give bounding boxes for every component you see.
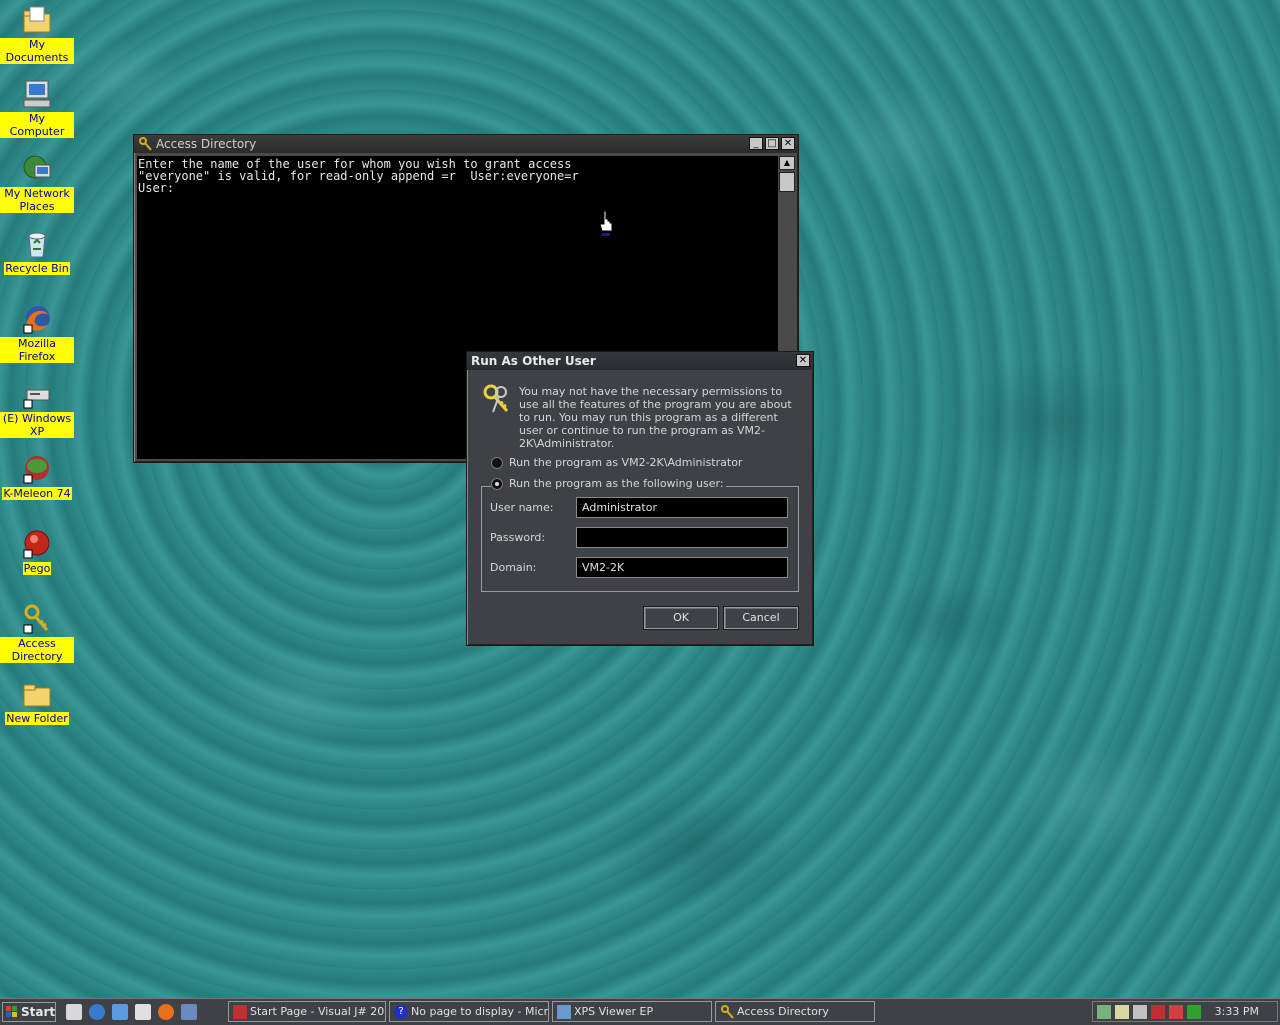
desktop-icon-label: Pego bbox=[22, 562, 52, 575]
internet-explorer-icon[interactable] bbox=[89, 1004, 105, 1020]
modem-tray-icon[interactable] bbox=[1133, 1004, 1147, 1019]
desktop-icon-label: Recycle Bin bbox=[4, 262, 70, 275]
connection-tray-icon[interactable] bbox=[1151, 1004, 1165, 1019]
minimize-button[interactable]: _ bbox=[749, 137, 763, 150]
desktop-icon-firefox[interactable]: Mozilla Firefox bbox=[0, 303, 74, 363]
recycle-bin-icon bbox=[21, 228, 53, 260]
task-button-xps-viewer[interactable]: XPS Viewer EP bbox=[552, 1001, 712, 1022]
desktop-icon-access-directory[interactable]: Access Directory bbox=[0, 603, 74, 663]
k-meleon-icon bbox=[21, 453, 53, 485]
task-label: XPS Viewer EP bbox=[574, 1005, 654, 1018]
username-label: User name: bbox=[490, 501, 554, 514]
scroll-up-arrow-icon[interactable]: ▲ bbox=[779, 156, 795, 170]
keys-icon bbox=[481, 384, 513, 419]
desktop-icon-label: Mozilla Firefox bbox=[0, 337, 74, 363]
drive-shortcut-icon bbox=[21, 378, 53, 410]
pego-icon bbox=[21, 528, 53, 560]
computer-icon bbox=[21, 78, 53, 110]
console-titlebar[interactable]: Access Directory _ □ ✕ bbox=[134, 135, 798, 153]
desktop-icon-my-computer[interactable]: My Computer bbox=[0, 78, 74, 138]
radio-label: Run the program as VM2-2K\Administrator bbox=[509, 456, 743, 469]
password-field[interactable] bbox=[576, 527, 788, 548]
radio-run-as-other[interactable]: Run the program as the following user: bbox=[491, 477, 726, 490]
desktop-icon-label: K-Meleon 74 bbox=[2, 487, 72, 500]
system-tray: 3:33 PM bbox=[1092, 1001, 1278, 1022]
maximize-button[interactable]: □ bbox=[765, 137, 779, 150]
help-icon: ? bbox=[394, 1004, 408, 1019]
taskbar: Start Start Page - Visual J# 20... ? No … bbox=[0, 998, 1280, 1025]
username-row: User name: Administrator bbox=[490, 497, 788, 518]
firefox-icon[interactable] bbox=[158, 1004, 174, 1020]
dialog-titlebar[interactable]: Run As Other User ✕ bbox=[467, 352, 813, 370]
hand-cursor-icon bbox=[598, 210, 614, 236]
desktop-icon-network-places[interactable]: My Network Places bbox=[0, 153, 74, 213]
network-icon bbox=[21, 153, 53, 185]
username-field[interactable]: Administrator bbox=[576, 497, 788, 518]
desktop-icon-label: My Computer bbox=[0, 112, 74, 138]
app-tray-icon[interactable] bbox=[1169, 1004, 1183, 1019]
radio-label: Run the program as the following user: bbox=[509, 477, 724, 490]
status-tray-icon[interactable] bbox=[1187, 1004, 1201, 1019]
console-line: "everyone" is valid, for read-only appen… bbox=[138, 169, 579, 183]
task-label: Access Directory bbox=[737, 1005, 829, 1018]
dialog-title: Run As Other User bbox=[471, 354, 596, 368]
desktop-icon-label: My Documents bbox=[0, 38, 74, 64]
quick-launch bbox=[66, 1004, 197, 1020]
desktop-icon-label: (E) Windows XP bbox=[0, 412, 74, 438]
close-button[interactable]: ✕ bbox=[796, 354, 810, 367]
console-line: User: bbox=[138, 181, 175, 195]
folder-icon bbox=[21, 678, 53, 710]
search-icon[interactable] bbox=[135, 1004, 151, 1020]
start-label: Start bbox=[21, 1005, 56, 1019]
desktop-icon-label: My Network Places bbox=[0, 187, 74, 213]
keys-icon bbox=[21, 603, 53, 635]
outlook-express-icon[interactable] bbox=[112, 1004, 128, 1020]
desktop-icon-recycle-bin[interactable]: Recycle Bin bbox=[0, 228, 74, 275]
task-button-no-page[interactable]: ? No page to display - Micro... bbox=[389, 1001, 549, 1022]
windows-flag-icon bbox=[6, 1006, 18, 1018]
radio-button-checked[interactable] bbox=[491, 477, 503, 490]
run-as-dialog[interactable]: Run As Other User ✕ You may not have the… bbox=[466, 351, 814, 646]
password-row: Password: bbox=[490, 527, 788, 548]
ok-button[interactable]: OK bbox=[644, 607, 718, 629]
cancel-button[interactable]: Cancel bbox=[724, 607, 798, 629]
network-tray-icon[interactable] bbox=[1097, 1004, 1111, 1019]
dialog-message: You may not have the necessary permissio… bbox=[519, 385, 792, 450]
start-button[interactable]: Start bbox=[2, 1002, 56, 1022]
folder-documents-icon bbox=[21, 4, 53, 36]
show-desktop-icon[interactable] bbox=[66, 1004, 82, 1020]
radio-run-as-current[interactable]: Run the program as VM2-2K\Administrator bbox=[491, 456, 742, 469]
desktop-icon-my-documents[interactable]: My Documents bbox=[0, 4, 74, 64]
task-label: Start Page - Visual J# 20... bbox=[250, 1005, 386, 1018]
domain-row: Domain: VM2-2K bbox=[490, 557, 788, 578]
clock[interactable]: 3:33 PM bbox=[1215, 1005, 1259, 1018]
domain-label: Domain: bbox=[490, 561, 537, 574]
printer-tray-icon[interactable] bbox=[1115, 1004, 1129, 1019]
desktop-icon-label: New Folder bbox=[5, 712, 69, 725]
desktop-icon-new-folder[interactable]: New Folder bbox=[0, 678, 74, 725]
desktop-icon-k-meleon[interactable]: K-Meleon 74 bbox=[0, 453, 74, 500]
xps-viewer-icon bbox=[557, 1004, 571, 1019]
desktop-icon-label: Access Directory bbox=[0, 637, 74, 663]
desktop-icon-pego[interactable]: Pego bbox=[0, 528, 74, 575]
task-list: Start Page - Visual J# 20... ? No page t… bbox=[228, 1001, 875, 1022]
domain-field[interactable]: VM2-2K bbox=[576, 557, 788, 578]
keys-icon bbox=[138, 137, 152, 151]
desktop-icon-windows-xp[interactable]: (E) Windows XP bbox=[0, 378, 74, 438]
task-label: No page to display - Micro... bbox=[411, 1005, 548, 1018]
window-title: Access Directory bbox=[156, 137, 257, 151]
visual-studio-icon[interactable] bbox=[181, 1004, 197, 1020]
radio-button[interactable] bbox=[491, 456, 503, 469]
task-button-visual-j[interactable]: Start Page - Visual J# 20... bbox=[228, 1001, 386, 1022]
firefox-icon bbox=[21, 303, 53, 335]
close-button[interactable]: ✕ bbox=[781, 137, 795, 150]
keys-icon bbox=[720, 1004, 734, 1019]
scroll-thumb[interactable] bbox=[779, 172, 795, 192]
password-label: Password: bbox=[490, 531, 546, 544]
task-button-access-directory[interactable]: Access Directory bbox=[715, 1001, 875, 1022]
visual-studio-icon bbox=[233, 1004, 247, 1019]
